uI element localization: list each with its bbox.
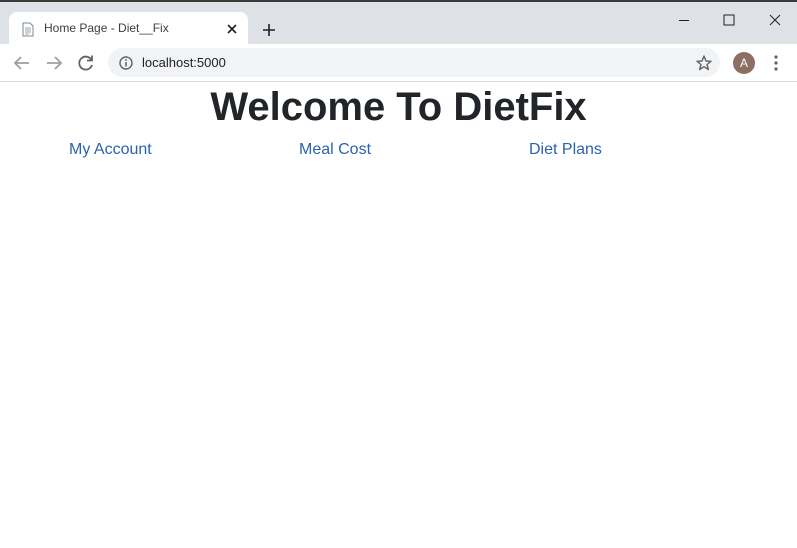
browser-toolbar: localhost:5000 A bbox=[0, 44, 797, 82]
maximize-icon[interactable] bbox=[719, 10, 739, 30]
my-account-link[interactable]: My Account bbox=[69, 141, 152, 159]
bookmark-star-icon[interactable] bbox=[695, 54, 713, 72]
close-window-icon[interactable] bbox=[765, 10, 785, 30]
reload-icon[interactable] bbox=[75, 52, 97, 74]
forward-icon[interactable] bbox=[43, 52, 65, 74]
close-tab-icon[interactable] bbox=[224, 21, 240, 37]
menu-kebab-icon[interactable] bbox=[766, 53, 786, 73]
url-text[interactable]: localhost:5000 bbox=[142, 55, 226, 70]
diet-plans-link[interactable]: Diet Plans bbox=[529, 141, 602, 159]
document-icon bbox=[21, 22, 35, 37]
tab-title: Home Page - Diet__Fix bbox=[44, 21, 169, 35]
profile-avatar[interactable]: A bbox=[733, 52, 755, 74]
address-bar[interactable]: localhost:5000 bbox=[108, 48, 720, 77]
meal-cost-link[interactable]: Meal Cost bbox=[299, 141, 371, 159]
back-icon[interactable] bbox=[11, 52, 33, 74]
new-tab-icon[interactable] bbox=[259, 20, 279, 40]
tab-strip: Home Page - Diet__Fix bbox=[0, 2, 797, 45]
page-title: Welcome To DietFix bbox=[210, 85, 587, 129]
info-icon[interactable] bbox=[118, 55, 134, 71]
browser-tab[interactable]: Home Page - Diet__Fix bbox=[9, 12, 248, 45]
page-content: Welcome To DietFix My Account Meal Cost … bbox=[0, 82, 797, 548]
minimize-icon[interactable] bbox=[674, 10, 694, 30]
